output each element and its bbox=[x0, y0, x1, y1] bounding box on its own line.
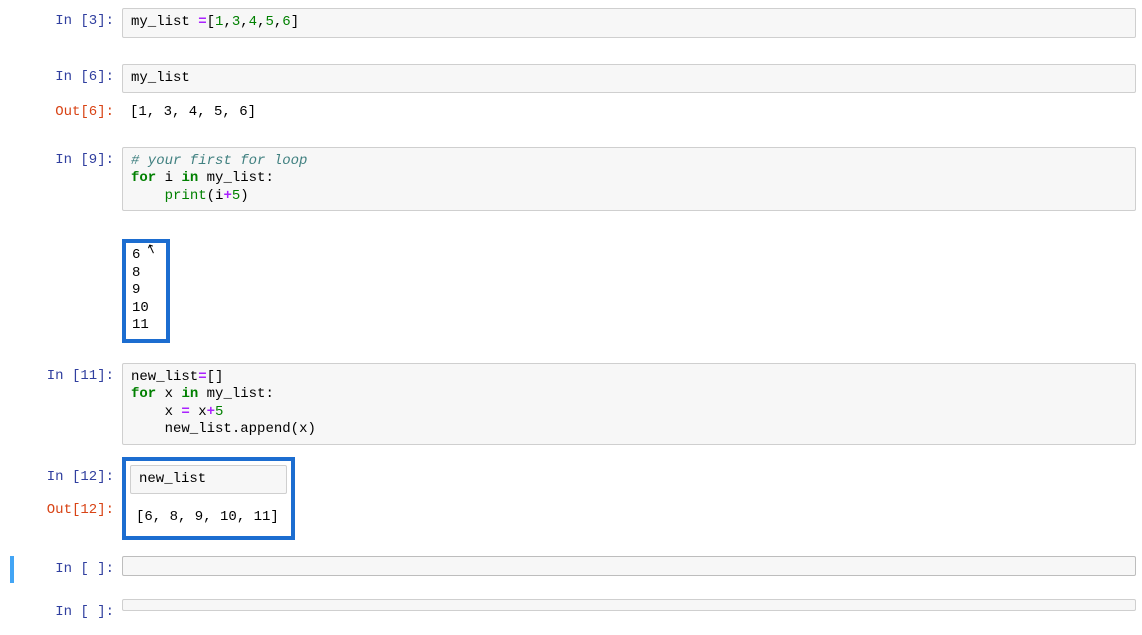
output-prompt bbox=[10, 239, 122, 343]
code-cell[interactable]: In [ ]: bbox=[0, 554, 1142, 586]
input-prompt: In [6]: bbox=[10, 64, 122, 94]
stream-output: 6 8 9 10 11 bbox=[126, 243, 166, 339]
code-input[interactable]: my_list =[1,3,4,5,6] bbox=[122, 8, 1136, 38]
code-input[interactable] bbox=[122, 599, 1136, 611]
code-input[interactable]: # your first for loop for i in my_list: … bbox=[122, 147, 1136, 212]
input-prompt: In [12]: bbox=[18, 469, 114, 487]
output-row: 6 8 9 10 11 ↖ bbox=[0, 237, 1142, 345]
code-cell[interactable]: In [6]: my_list bbox=[0, 62, 1142, 96]
output-row: In [12]: Out[12]: new_list [6, 8, 9, 10,… bbox=[0, 455, 1142, 542]
code-input[interactable]: my_list bbox=[122, 64, 1136, 94]
code-cell[interactable]: In [ ]: bbox=[0, 597, 1142, 629]
code-cell[interactable]: In [11]: new_list=[] for x in my_list: x… bbox=[0, 361, 1142, 447]
code-input[interactable]: new_list=[] for x in my_list: x = x+5 ne… bbox=[122, 363, 1136, 445]
input-prompt: In [11]: bbox=[10, 363, 122, 445]
code-input[interactable] bbox=[122, 556, 1136, 576]
output-prompt: Out[6]: bbox=[10, 99, 122, 127]
highlight-annotation: 6 8 9 10 11 bbox=[122, 239, 170, 343]
code-input[interactable]: new_list bbox=[130, 465, 287, 495]
prompt-stack: In [12]: Out[12]: bbox=[10, 457, 122, 525]
output-text: [1, 3, 4, 5, 6] bbox=[122, 99, 1136, 127]
highlight-annotation: new_list [6, 8, 9, 10, 11] bbox=[122, 457, 295, 540]
input-prompt: In [ ]: bbox=[10, 556, 122, 584]
input-prompt: In [3]: bbox=[10, 8, 122, 38]
input-prompt: In [9]: bbox=[10, 147, 122, 212]
code-cell[interactable]: In [3]: my_list =[1,3,4,5,6] bbox=[0, 6, 1142, 40]
output-row: Out[6]: [1, 3, 4, 5, 6] bbox=[0, 97, 1142, 129]
code-cell[interactable]: In [9]: # your first for loop for i in m… bbox=[0, 145, 1142, 214]
output-text: [6, 8, 9, 10, 11] bbox=[130, 504, 287, 532]
input-prompt: In [ ]: bbox=[10, 599, 122, 627]
output-prompt: Out[12]: bbox=[18, 502, 114, 520]
